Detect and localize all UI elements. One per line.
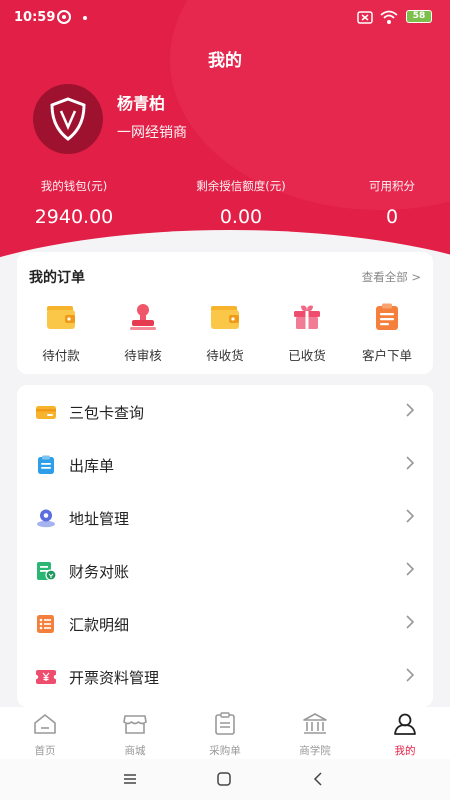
app-notification-icon: [57, 10, 71, 24]
menu-icon[interactable]: [120, 769, 140, 789]
tab-label: 商学院: [299, 745, 331, 757]
chevron-right-icon: [406, 509, 415, 523]
back-icon[interactable]: [308, 769, 328, 789]
menu-item-outbound-order[interactable]: 出库单: [17, 439, 433, 491]
school-icon: [303, 713, 327, 734]
store-icon: [123, 715, 147, 734]
wifi-icon: [380, 10, 398, 24]
avatar[interactable]: [33, 84, 103, 154]
menu-item-label: 地址管理: [69, 510, 130, 528]
order-pending-review[interactable]: 待审核: [103, 302, 183, 364]
order-pending-review-label: 待审核: [124, 348, 162, 363]
tab-mine[interactable]: 我的: [360, 707, 450, 759]
user-role: 一网经销商: [117, 125, 187, 141]
my-orders-card: 我的订单 查看全部 > 待付款 待审核 待收货 已收货 客户下单: [17, 252, 433, 374]
chevron-right-icon: [406, 403, 415, 417]
home-icon: [34, 714, 56, 734]
user-name: 杨青柏: [117, 94, 166, 113]
status-time: 10:59: [14, 10, 56, 25]
chevron-right-icon: [406, 562, 415, 576]
wallet-icon: [211, 306, 239, 329]
shield-logo-icon: [50, 97, 86, 141]
bottom-tab-bar: 首页 商城 采购单 商学院 我的: [0, 707, 450, 759]
order-received[interactable]: 已收货: [267, 302, 347, 364]
orders-title: 我的订单: [29, 270, 85, 286]
tab-home[interactable]: 首页: [0, 707, 90, 759]
menu-item-label: 汇款明细: [69, 616, 130, 634]
stat-credit-value: 0.00: [219, 206, 263, 228]
menu-item-remittance[interactable]: 汇款明细: [17, 598, 433, 650]
gift-box-icon: [294, 305, 320, 329]
menu-item-label: 开票资料管理: [69, 669, 160, 687]
stat-credit[interactable]: 剩余授信额度(元) 0.00: [176, 178, 306, 228]
chevron-right-icon: [406, 456, 415, 470]
menu-item-reconciliation[interactable]: 财务对账: [17, 545, 433, 597]
menu-item-label: 财务对账: [69, 563, 130, 581]
invoice-icon: [35, 670, 57, 684]
order-pending-receipt-label: 待收货: [206, 348, 244, 363]
order-pending-payment-label: 待付款: [42, 348, 80, 363]
status-bar: 10:59 58: [0, 0, 450, 36]
location-icon: [37, 509, 55, 528]
tab-purchase-list[interactable]: 采购单: [180, 707, 270, 759]
stat-wallet-value: 2940.00: [34, 206, 114, 228]
tab-label: 商城: [124, 745, 146, 757]
order-received-label: 已收货: [288, 348, 326, 363]
stat-wallet-label: 我的钱包(元): [40, 179, 108, 193]
menu-list: 三包卡查询 出库单 地址管理 财务对账 汇款明细 开票资料管理: [17, 385, 433, 707]
tab-business-school[interactable]: 商学院: [270, 707, 360, 759]
purchase-list-icon: [215, 712, 235, 735]
order-pending-payment[interactable]: 待付款: [21, 302, 101, 364]
view-all-orders-link[interactable]: 查看全部 >: [362, 269, 421, 285]
tab-label: 首页: [34, 745, 56, 757]
clipboard-icon: [376, 303, 398, 330]
menu-item-label: 三包卡查询: [69, 404, 145, 422]
stat-points[interactable]: 可用积分 0: [350, 178, 434, 228]
dot-icon: [83, 16, 87, 20]
page-title: 我的: [208, 51, 242, 71]
chevron-right-icon: [406, 668, 415, 682]
clipboard-icon: [38, 455, 54, 474]
order-customer-placed[interactable]: 客户下单: [347, 302, 427, 364]
battery-indicator: 58: [406, 10, 432, 23]
menu-item-address[interactable]: 地址管理: [17, 492, 433, 544]
order-customer-placed-label: 客户下单: [361, 348, 412, 363]
tab-label: 我的: [394, 745, 416, 757]
tab-label: 采购单: [209, 745, 241, 757]
no-sim-icon: [357, 11, 373, 24]
home-button-icon[interactable]: [214, 769, 234, 789]
menu-item-label: 出库单: [69, 457, 115, 475]
stamp-icon: [130, 304, 156, 330]
order-pending-receipt[interactable]: 待收货: [185, 302, 265, 364]
stat-points-label: 可用积分: [369, 179, 415, 193]
menu-item-warranty-card[interactable]: 三包卡查询: [17, 386, 433, 438]
tab-store[interactable]: 商城: [90, 707, 180, 759]
card-icon: [36, 406, 56, 419]
chevron-right-icon: [406, 615, 415, 629]
stat-points-value: 0: [385, 206, 399, 228]
user-icon: [394, 713, 416, 735]
ledger-icon: [37, 562, 57, 581]
stat-credit-label: 剩余授信额度(元): [196, 179, 286, 193]
list-icon: [37, 615, 54, 633]
system-nav-bar: [0, 759, 450, 800]
menu-item-invoice-info[interactable]: 开票资料管理: [17, 651, 433, 703]
wallet-icon: [47, 306, 75, 329]
stat-wallet[interactable]: 我的钱包(元) 2940.00: [22, 178, 126, 228]
